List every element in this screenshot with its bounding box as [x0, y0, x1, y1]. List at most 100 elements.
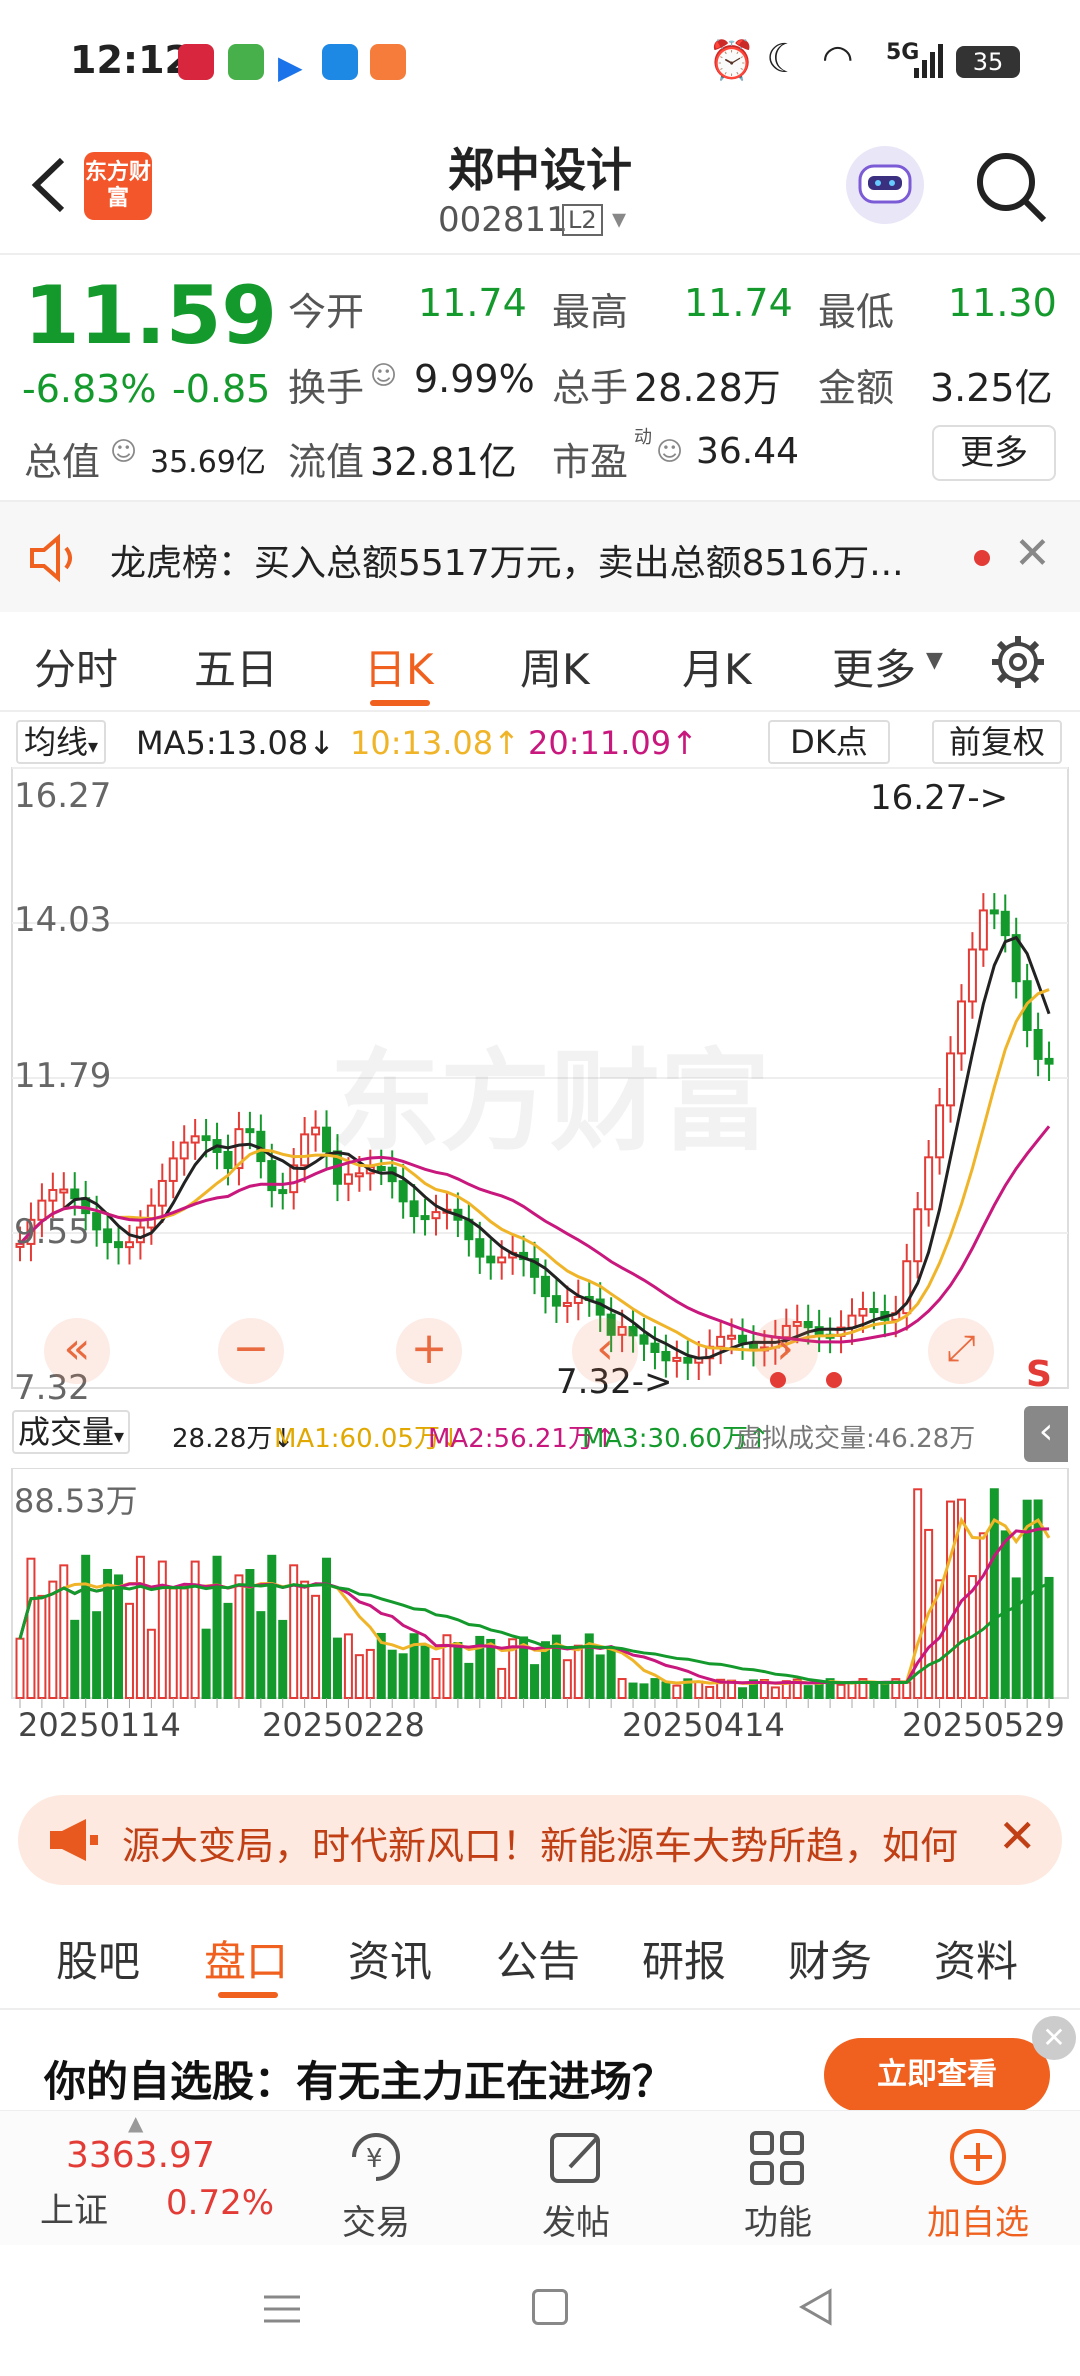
active-tab-indicator — [218, 1992, 278, 1998]
tab-forum[interactable]: 股吧 — [56, 1928, 140, 1989]
add-watchlist-icon[interactable] — [946, 2125, 1010, 2189]
volume-bar — [168, 1587, 178, 1699]
zoom-in-icon[interactable]: + — [396, 1318, 462, 1384]
tab-more[interactable]: 更多 — [832, 636, 916, 697]
menu-icon[interactable] — [262, 2289, 302, 2329]
promo-ticker[interactable]: 源大变局，时代新风口！新能源车大势所趋，如何 ✕ — [18, 1795, 1062, 1885]
volume-bar — [770, 1686, 780, 1699]
candle-body — [683, 1356, 693, 1364]
volume-bar — [847, 1682, 857, 1700]
candle-body — [978, 909, 988, 951]
volume-label: 总手 — [552, 366, 629, 410]
back-nav-icon[interactable] — [796, 2287, 836, 2327]
sell-marker[interactable]: S — [1026, 1354, 1052, 1395]
candle-body — [672, 1356, 682, 1362]
tab-monthly-k[interactable]: 月K — [682, 636, 752, 697]
volume-bar — [902, 1681, 912, 1700]
volume-bar — [81, 1554, 91, 1700]
volume-bar — [464, 1662, 474, 1700]
volume-bar — [179, 1587, 189, 1699]
collapse-panel-icon[interactable]: ‹ — [1024, 1406, 1068, 1462]
tab-daily-k[interactable]: 日K — [364, 636, 434, 697]
dk-point-button[interactable]: DK点 — [768, 720, 890, 764]
tab-announcements[interactable]: 公告 — [496, 1928, 580, 1989]
status-time: 12:12 — [70, 38, 191, 82]
watermark: 东方财富 — [330, 1038, 770, 1166]
level2-badge[interactable]: L2 — [562, 204, 603, 236]
home-icon[interactable] — [532, 2289, 568, 2325]
info-icon[interactable]: ☺ — [110, 437, 137, 467]
signal-icon — [914, 44, 944, 78]
tab-order-book[interactable]: 盘口 — [204, 1928, 288, 1989]
volume-selector[interactable]: 成交量▾ — [12, 1410, 131, 1454]
volume-bar — [15, 1637, 25, 1700]
battery-icon: 35 — [956, 46, 1020, 78]
step-left-icon[interactable]: ‹ — [572, 1318, 638, 1384]
tab-news[interactable]: 资讯 — [348, 1928, 432, 1989]
ma5-label: MA5:13.08↓ — [136, 724, 336, 762]
ma-selector[interactable]: 均线▾ — [16, 720, 107, 764]
kline-chart[interactable]: 均线▾ MA5:13.08↓ 10:13.08↑ 20:11.09↑ DK点 前… — [0, 712, 1080, 1774]
search-icon[interactable] — [970, 146, 1050, 226]
candle-body — [935, 1104, 945, 1159]
more-button[interactable]: 更多 — [932, 425, 1056, 481]
pe-label: 市盈 — [552, 440, 629, 484]
scroll-left-icon[interactable]: « — [44, 1318, 110, 1384]
candle-body — [924, 1156, 934, 1211]
date-label: 20250414 — [622, 1706, 785, 1744]
volume-bar — [26, 1557, 36, 1699]
volume-bar — [453, 1642, 463, 1700]
dragon-tiger-banner[interactable]: 龙虎榜：买入总额5517万元，卖出总额8516万... ✕ — [0, 502, 1080, 612]
chevron-up-icon[interactable]: ▲ — [128, 2111, 143, 2135]
tab-five-day[interactable]: 五日 — [194, 636, 278, 697]
volume-plot[interactable] — [0, 1468, 1080, 1728]
robot-assistant-icon[interactable] — [846, 146, 924, 224]
tab-intraday[interactable]: 分时 — [34, 636, 118, 697]
speaker-icon — [26, 530, 82, 586]
fullscreen-icon[interactable]: ⤢ — [928, 1318, 994, 1384]
function-label[interactable]: 功能 — [698, 2195, 858, 2244]
low-value: 11.30 — [948, 281, 1057, 325]
unread-dot — [974, 550, 990, 566]
close-icon[interactable]: ✕ — [1014, 528, 1051, 579]
trade-icon[interactable]: ¥ — [344, 2125, 408, 2189]
volume-bar — [114, 1574, 124, 1699]
tab-financials[interactable]: 财务 — [788, 1928, 872, 1989]
candle-body — [398, 1180, 408, 1203]
index-value[interactable]: 3363.97 — [66, 2135, 215, 2176]
ad-banner[interactable]: 你的自选股：有无主力正在进场？ 立即查看 ✕ — [0, 2010, 1080, 2112]
function-icon[interactable] — [746, 2125, 810, 2189]
post-label[interactable]: 发帖 — [496, 2195, 656, 2244]
adjust-button[interactable]: 前复权 — [932, 720, 1062, 764]
volume-bar — [694, 1680, 704, 1700]
post-icon[interactable] — [546, 2125, 610, 2189]
turnover-label: 换手 — [288, 366, 365, 410]
volume-bar — [135, 1555, 145, 1699]
candle-body — [551, 1295, 561, 1307]
candle-body — [475, 1238, 485, 1258]
step-right-icon[interactable]: › — [752, 1318, 818, 1384]
volume-bar — [573, 1644, 583, 1700]
ad-view-button[interactable]: 立即查看 — [824, 2038, 1050, 2112]
tab-weekly-k[interactable]: 周K — [520, 636, 590, 697]
add-watchlist-label[interactable]: 加自选 — [898, 2195, 1058, 2244]
chevron-down-icon: ▾ — [88, 734, 99, 758]
volume-bar — [617, 1678, 627, 1700]
close-icon[interactable]: ✕ — [1032, 2016, 1076, 2060]
candle-body — [738, 1334, 748, 1344]
chevron-down-icon[interactable]: ▾ — [612, 202, 626, 235]
close-icon[interactable]: ✕ — [998, 1809, 1037, 1863]
settings-icon[interactable] — [990, 634, 1046, 690]
info-icon[interactable]: ☺ — [656, 437, 683, 467]
tab-profile[interactable]: 资料 — [934, 1928, 1018, 1989]
zoom-out-icon[interactable]: − — [218, 1318, 284, 1384]
candle-body — [1000, 910, 1010, 937]
info-icon[interactable]: ☺ — [370, 361, 397, 391]
volume-bar — [201, 1628, 211, 1700]
volume-bar — [245, 1569, 255, 1699]
svg-text:¥: ¥ — [366, 2144, 383, 2174]
trade-label[interactable]: 交易 — [296, 2195, 456, 2244]
candle-body — [486, 1255, 496, 1264]
volume-bar — [398, 1653, 408, 1699]
tab-research[interactable]: 研报 — [642, 1928, 726, 1989]
